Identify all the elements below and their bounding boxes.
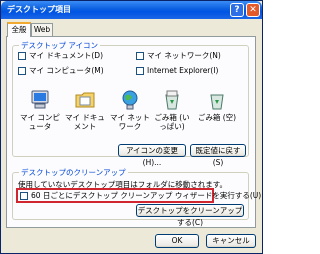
icon-tile-my-documents[interactable]: マイ ドキュメント (64, 89, 106, 131)
checkbox-my-network[interactable]: マイ ネットワーク(N) (136, 51, 221, 61)
checkbox-box[interactable] (20, 192, 28, 200)
title-bar[interactable]: デスクトップ項目 ? ✕ (1, 1, 262, 19)
checkbox-label: Internet Explorer(I) (147, 66, 219, 75)
checkbox-my-computer[interactable]: マイ コンピュータ(M) (18, 66, 104, 76)
icon-tile-my-network[interactable]: マイ ネットワーク (109, 89, 151, 131)
tab-web[interactable]: Web (31, 23, 53, 37)
icon-tile-recycle-bin-full[interactable]: ごみ箱 (いっぱい) (151, 89, 193, 131)
desktop-icons-legend: デスクトップ アイコン (19, 40, 101, 51)
close-button[interactable]: ✕ (246, 3, 260, 17)
icon-label: ごみ箱 (空) (197, 113, 237, 122)
recycle-bin-full-icon (165, 90, 179, 110)
my-computer-icon (31, 90, 49, 109)
window-title: デスクトップ項目 (7, 5, 71, 14)
checkbox-box[interactable] (18, 67, 26, 75)
checkbox-box[interactable] (18, 52, 26, 60)
icon-tile-my-computer[interactable]: マイ コンピュータ (19, 89, 61, 131)
checkbox-box[interactable] (136, 52, 144, 60)
my-network-icon (122, 90, 138, 110)
checkbox-label: 60 日ごとにデスクトップ クリーンアップ ウィザードを実行する(U) (31, 191, 262, 200)
icon-label: マイ コンピュータ (20, 113, 60, 131)
desktop-items-dialog: デスクトップ項目 ? ✕ 全般 Web デスクトップ アイコン マイ ドキュメン… (0, 0, 263, 254)
icon-label: ごみ箱 (いっぱい) (154, 113, 190, 131)
recycle-bin-empty-icon (210, 94, 224, 110)
cancel-button[interactable]: キャンセル (206, 234, 256, 248)
checkbox-internet-explorer[interactable]: Internet Explorer(I) (136, 66, 218, 76)
checkbox-cleanup-every-60-days[interactable]: 60 日ごとにデスクトップ クリーンアップ ウィザードを実行する(U) (20, 191, 261, 201)
tab-general[interactable]: 全般 (7, 22, 31, 37)
checkbox-label: マイ ドキュメント(D) (29, 51, 104, 60)
change-icon-button[interactable]: アイコンの変更(H)... (118, 144, 186, 167)
icon-label: マイ ドキュメント (65, 113, 105, 131)
my-documents-icon (75, 92, 95, 108)
checkbox-box[interactable] (136, 67, 144, 75)
checkbox-label: マイ コンピュータ(M) (29, 66, 104, 75)
restore-default-button[interactable]: 既定値に戻す(S) (190, 144, 246, 167)
help-button[interactable]: ? (230, 3, 244, 17)
icon-label: マイ ネットワーク (110, 113, 150, 131)
ok-button[interactable]: OK (155, 234, 199, 248)
icon-tile-recycle-bin-empty[interactable]: ごみ箱 (空) (196, 89, 238, 122)
checkbox-my-documents[interactable]: マイ ドキュメント(D) (18, 51, 103, 61)
desktop-cleanup-legend: デスクトップのクリーンアップ (19, 167, 128, 178)
checkbox-label: マイ ネットワーク(N) (147, 51, 221, 60)
cleanup-desktop-button[interactable]: デスクトップをクリーンアップする(C) (136, 204, 244, 227)
